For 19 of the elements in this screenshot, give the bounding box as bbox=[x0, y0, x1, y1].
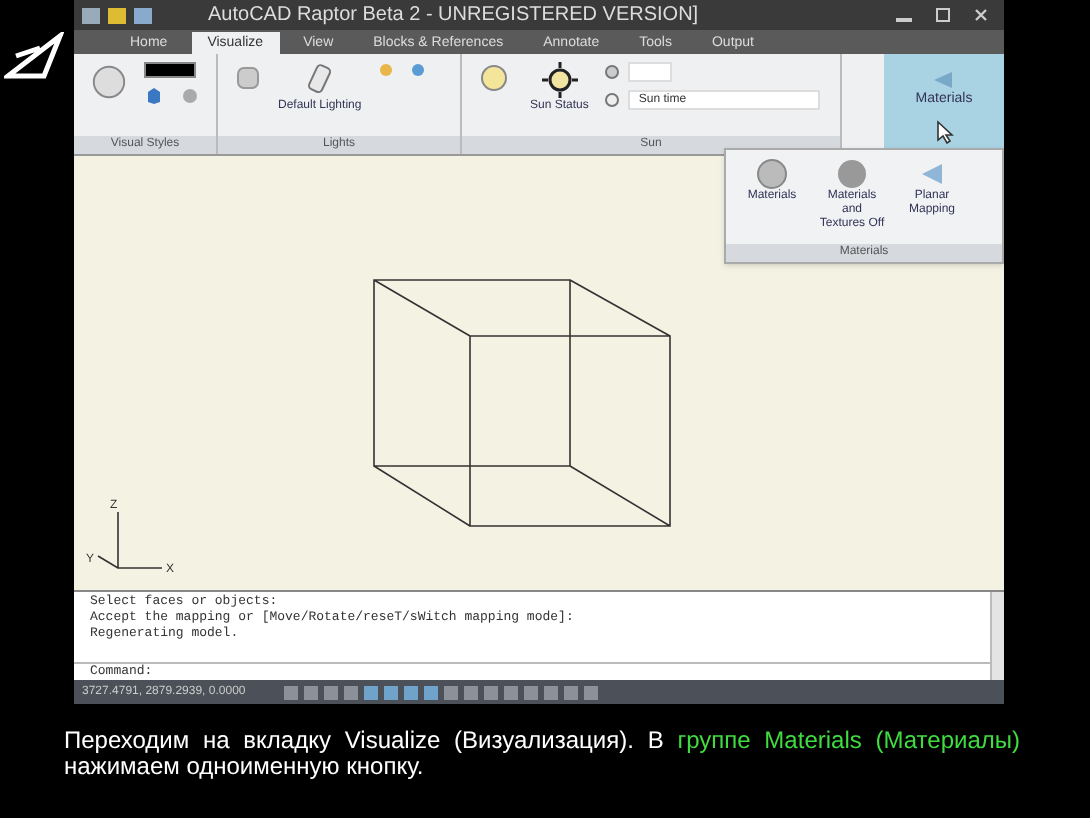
minimize-icon[interactable] bbox=[896, 17, 912, 21]
ucs-axis-icon bbox=[97, 511, 163, 569]
sphere-light-icon[interactable] bbox=[409, 62, 426, 78]
date-field[interactable] bbox=[628, 62, 673, 82]
logo-icon bbox=[4, 32, 64, 80]
bulb-icon[interactable] bbox=[377, 62, 394, 78]
planar-mapping-icon bbox=[932, 70, 956, 90]
style-swatch-dropdown[interactable] bbox=[144, 62, 196, 78]
sphere-icon bbox=[756, 158, 788, 190]
sphere-style-icon[interactable] bbox=[90, 62, 128, 102]
window-title: AutoCAD Raptor Beta 2 - UNREGISTERED VERSION] bbox=[208, 2, 699, 30]
scroll-bar[interactable] bbox=[990, 592, 1004, 680]
close-icon[interactable] bbox=[974, 8, 988, 22]
maximize-icon[interactable] bbox=[936, 8, 950, 22]
sun-icon bbox=[541, 62, 578, 98]
cursor-icon bbox=[935, 119, 953, 143]
cube-style-icon[interactable] bbox=[144, 86, 164, 106]
sphere-icon bbox=[836, 158, 868, 190]
caption-text: Переходим на вкладку Visualize (Визуализация). В группе Materials (Материалы) нажимаем одноименную кнопку. bbox=[64, 728, 1020, 780]
